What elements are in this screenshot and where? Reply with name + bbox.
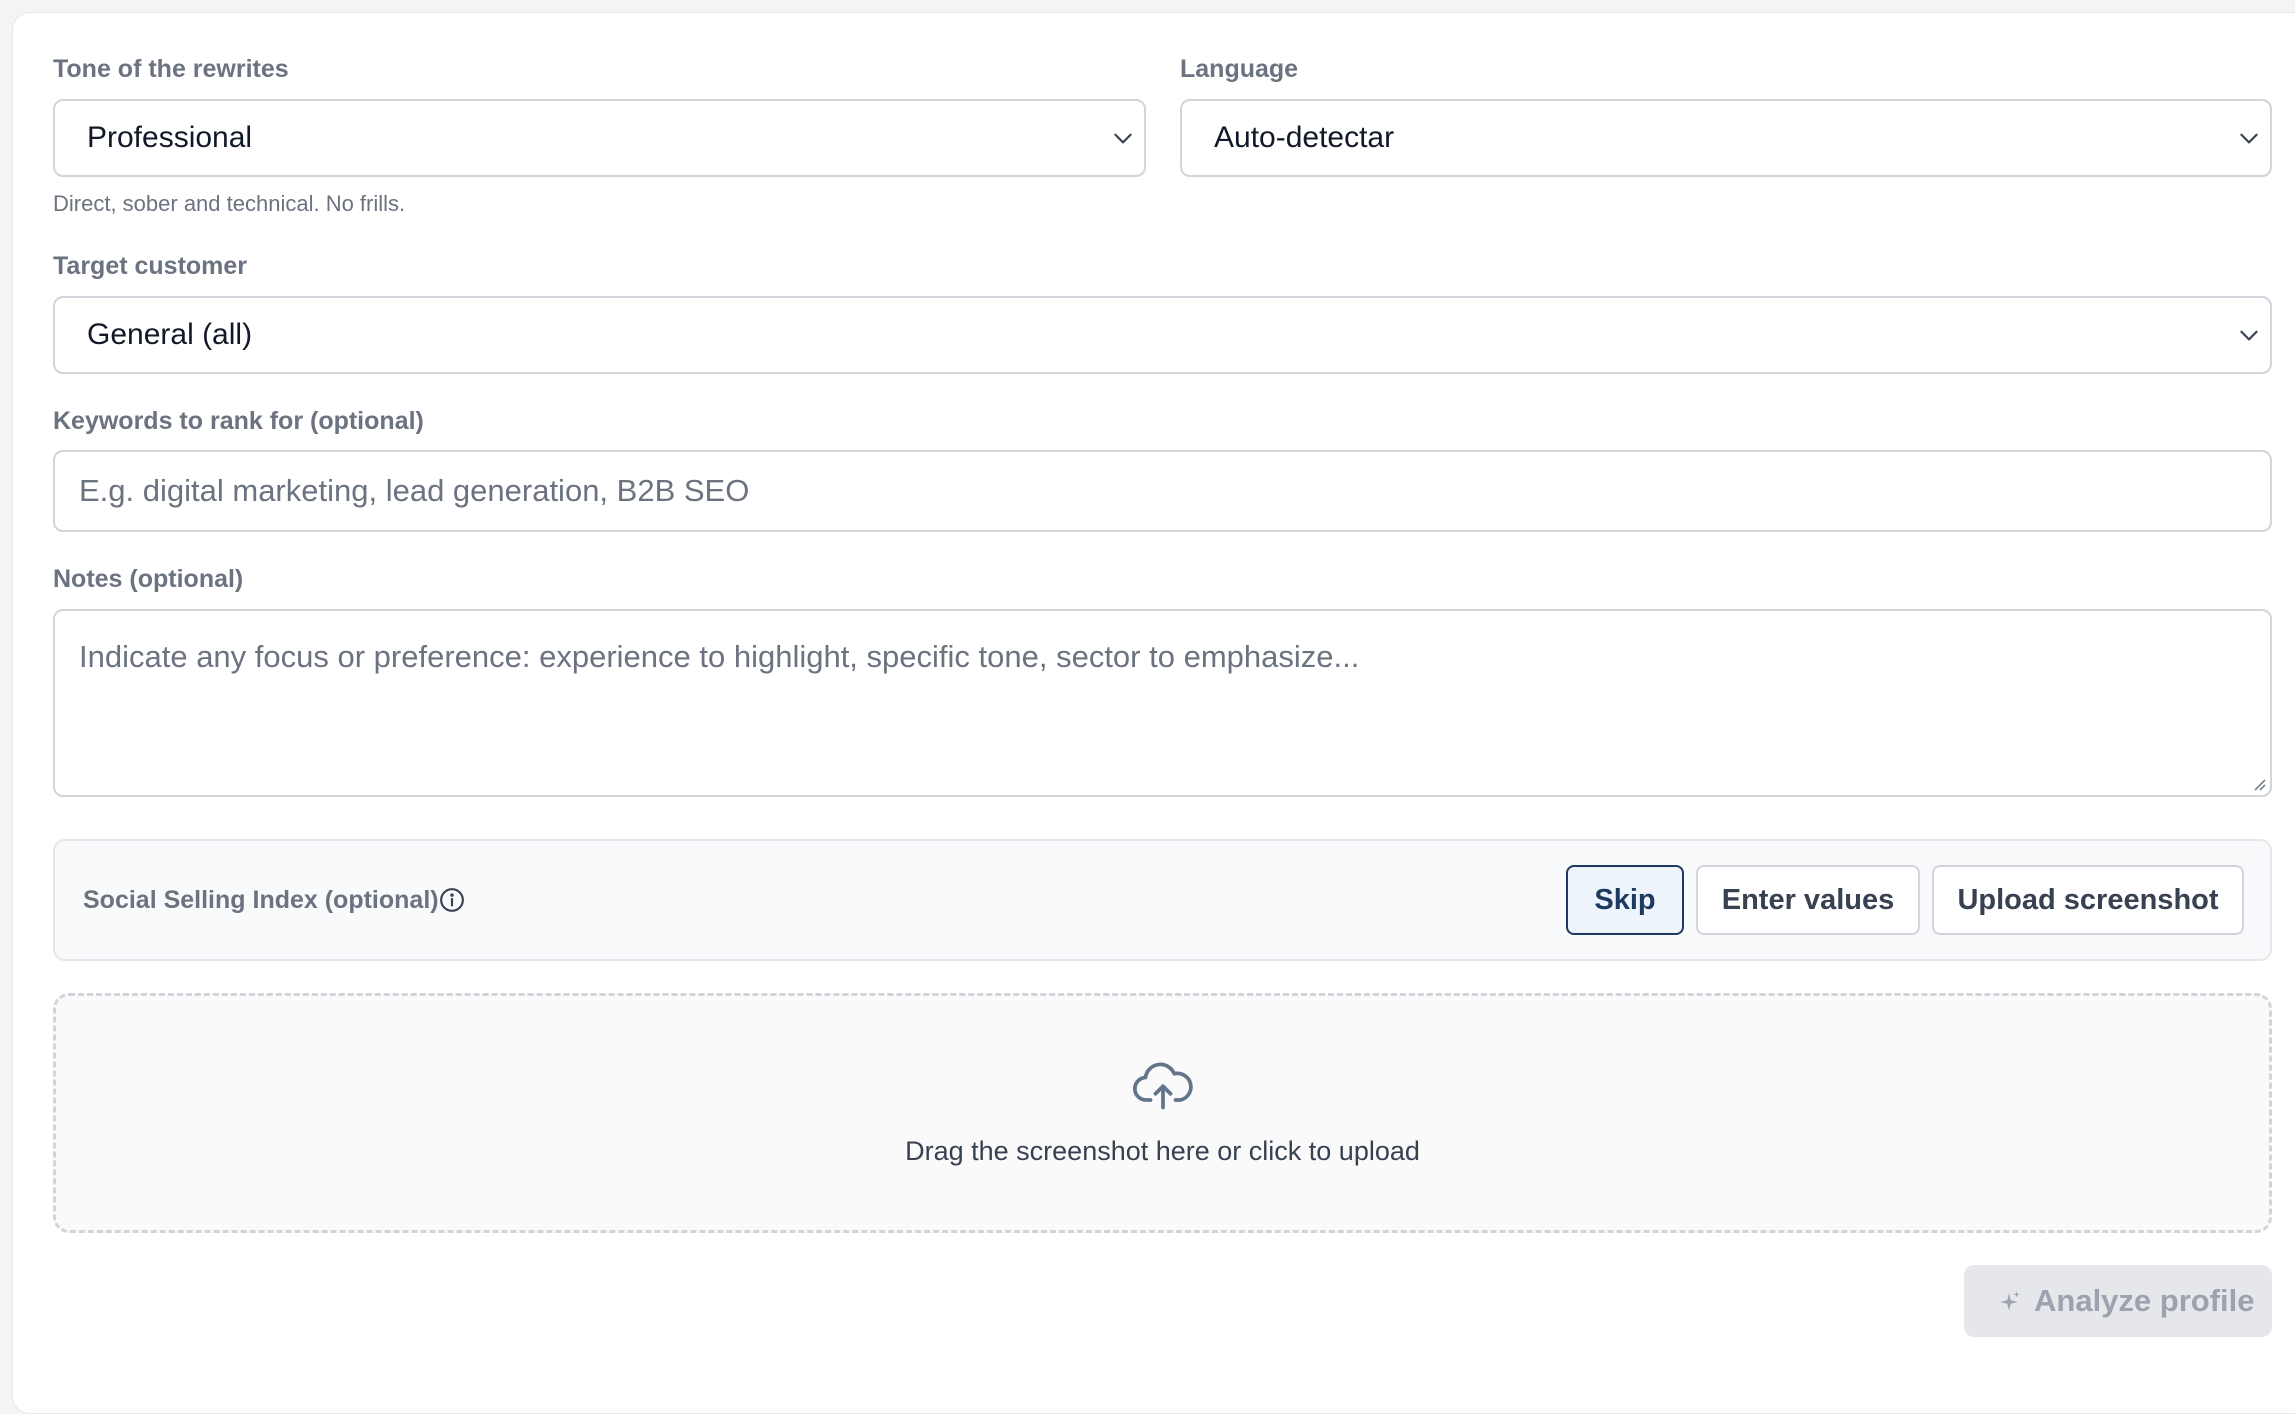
info-circle-icon[interactable]	[439, 887, 465, 913]
resize-grip-icon[interactable]	[2250, 775, 2266, 791]
ssi-panel: Social Selling Index (optional) Skip Ent…	[53, 839, 2272, 961]
profile-settings-card: Tone of the rewrites Professional Direct…	[12, 12, 2295, 1414]
language-select[interactable]: Auto-detectar	[1180, 99, 2272, 177]
ssi-skip-button[interactable]: Skip	[1566, 865, 1684, 935]
target-customer-select[interactable]: General (all)	[53, 296, 2272, 374]
language-select-value: Auto-detectar	[1214, 121, 1395, 154]
notes-label: Notes (optional)	[53, 565, 244, 593]
analyze-profile-label: Analyze profile	[2034, 1283, 2255, 1318]
cloud-upload-icon	[1132, 1062, 1193, 1110]
screenshot-dropzone[interactable]: Drag the screenshot here or click to upl…	[53, 993, 2272, 1233]
notes-placeholder: Indicate any focus or preference: experi…	[79, 639, 1360, 674]
chevron-down-icon	[2240, 330, 2258, 341]
tone-hint: Direct, sober and technical. No frills.	[53, 191, 406, 216]
notes-textarea[interactable]: Indicate any focus or preference: experi…	[53, 609, 2272, 797]
sparkles-icon	[2000, 1291, 2020, 1311]
ssi-label: Social Selling Index (optional)	[83, 886, 439, 914]
language-label: Language	[1180, 55, 1299, 83]
tone-select[interactable]: Professional	[53, 99, 1146, 177]
keywords-label: Keywords to rank for (optional)	[53, 407, 424, 435]
ssi-upload-screenshot-button[interactable]: Upload screenshot	[1932, 865, 2244, 935]
tone-select-value: Professional	[87, 121, 253, 154]
keywords-input[interactable]: E.g. digital marketing, lead generation,…	[53, 450, 2272, 532]
dropzone-text: Drag the screenshot here or click to upl…	[905, 1136, 1420, 1166]
keywords-placeholder: E.g. digital marketing, lead generation,…	[79, 473, 750, 508]
target-customer-select-value: General (all)	[87, 318, 253, 351]
chevron-down-icon	[2240, 133, 2258, 144]
tone-label: Tone of the rewrites	[53, 55, 289, 83]
chevron-down-icon	[1114, 133, 1132, 144]
analyze-profile-button[interactable]: Analyze profile	[1964, 1265, 2272, 1337]
ssi-enter-values-button[interactable]: Enter values	[1696, 865, 1920, 935]
target-customer-label: Target customer	[53, 252, 248, 280]
